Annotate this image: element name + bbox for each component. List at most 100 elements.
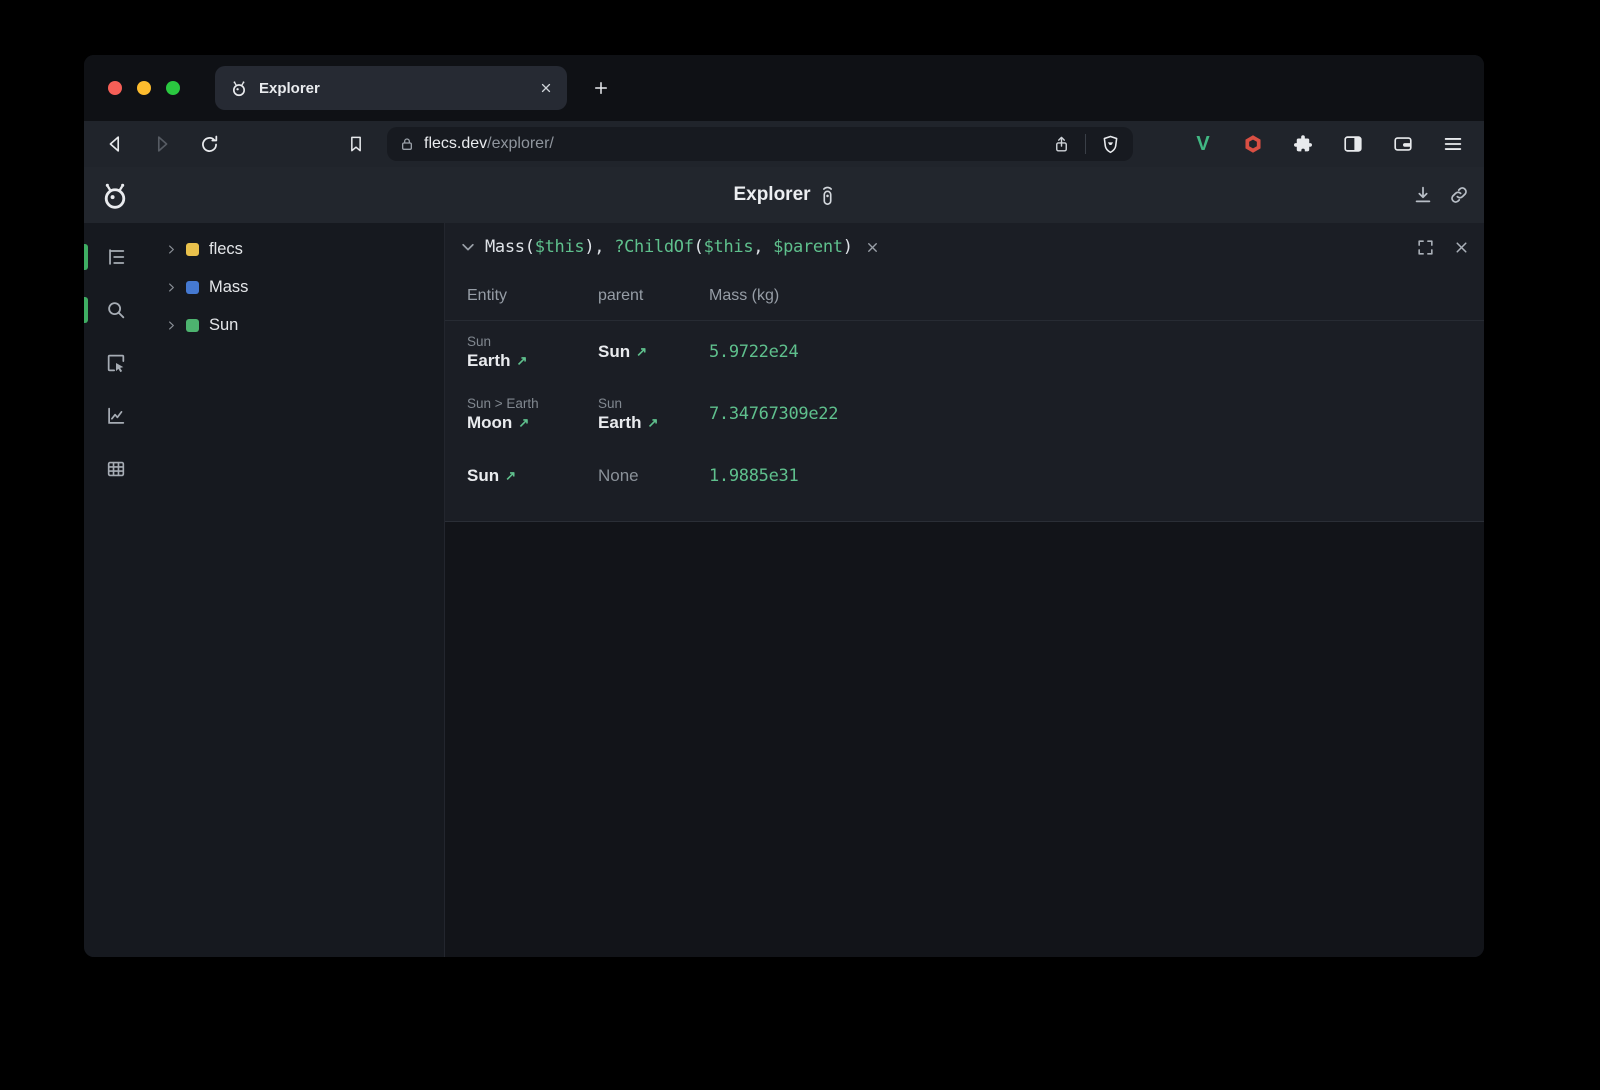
wallet-icon[interactable] xyxy=(1390,131,1416,157)
parent-cell: Sun Earth xyxy=(598,396,709,433)
parent-none: None xyxy=(598,466,639,485)
memory-grid-icon[interactable] xyxy=(96,449,136,489)
flecs-logo-icon xyxy=(98,178,132,212)
goto-arrow-icon[interactable] xyxy=(518,415,529,431)
component-color-swatch xyxy=(186,281,199,294)
active-panel-indicator xyxy=(84,244,88,270)
bookmark-icon[interactable] xyxy=(339,127,373,161)
share-icon[interactable] xyxy=(1052,135,1071,154)
goto-arrow-icon[interactable] xyxy=(516,353,527,369)
entity-path: Sun xyxy=(467,334,598,349)
minimize-window-button[interactable] xyxy=(137,81,151,95)
lock-icon xyxy=(399,136,415,152)
query-expr-term: ?ChildOf xyxy=(614,237,693,257)
tab-close-icon[interactable] xyxy=(539,81,553,95)
brave-shields-icon[interactable] xyxy=(1100,134,1121,155)
column-header-entity: Entity xyxy=(445,287,598,305)
entity-link[interactable]: Earth xyxy=(467,351,598,371)
stats-chart-icon[interactable] xyxy=(96,396,136,436)
close-panel-icon[interactable] xyxy=(1453,239,1470,256)
parent-link[interactable]: Earth xyxy=(598,413,709,433)
back-button[interactable] xyxy=(98,127,132,161)
parent-path: Sun xyxy=(598,396,709,411)
app-body: flecs Mass Sun xyxy=(84,223,1484,957)
inspect-icon[interactable] xyxy=(96,343,136,383)
menu-hamburger-icon[interactable] xyxy=(1440,131,1466,157)
browser-tab-explorer[interactable]: Explorer xyxy=(215,66,567,110)
mass-value: 5.9722e24 xyxy=(709,342,798,362)
parent-cell: Sun xyxy=(598,342,709,362)
chevron-right-icon[interactable] xyxy=(166,282,177,293)
query-expr-part: , xyxy=(753,237,773,257)
app-title-wrap: Explorer xyxy=(84,184,1484,206)
entity-tree-panel: flecs Mass Sun xyxy=(148,223,444,957)
query-expr-part: ), xyxy=(584,237,614,257)
mass-cell: 5.9722e24 xyxy=(709,342,1484,362)
app-header: Explorer xyxy=(84,167,1484,223)
download-icon[interactable] xyxy=(1412,184,1434,206)
column-header-parent: parent xyxy=(598,287,709,305)
goto-arrow-icon[interactable] xyxy=(647,415,658,431)
extensions-puzzle-icon[interactable] xyxy=(1290,131,1316,157)
parent-link[interactable]: Sun xyxy=(598,342,709,362)
reload-button[interactable] xyxy=(192,127,226,161)
query-expr-var: $this xyxy=(704,237,754,257)
chevron-right-icon[interactable] xyxy=(166,244,177,255)
tree-item-flecs[interactable]: flecs xyxy=(148,230,444,268)
fullscreen-icon[interactable] xyxy=(1416,238,1435,257)
module-color-swatch xyxy=(186,243,199,256)
query-expr-part: ( xyxy=(694,237,704,257)
query-header-actions xyxy=(1416,238,1470,257)
icon-rail xyxy=(84,223,148,957)
close-window-button[interactable] xyxy=(108,81,122,95)
query-panel: Mass($this), ?ChildOf($this, $parent) xyxy=(444,223,1484,957)
address-bar[interactable]: flecs.dev /explorer/ xyxy=(387,127,1133,161)
query-expr-var: $parent xyxy=(773,237,843,257)
traffic-lights xyxy=(108,81,180,95)
clear-query-icon[interactable] xyxy=(865,240,880,255)
tree-item-label: Mass xyxy=(209,278,248,297)
browser-window: Explorer flecs.dev /explorer/ xyxy=(84,55,1484,957)
tree-item-label: Sun xyxy=(209,316,238,335)
chevron-right-icon[interactable] xyxy=(166,320,177,331)
chevron-down-icon[interactable] xyxy=(459,238,477,256)
tree-item-label: flecs xyxy=(209,240,243,259)
vue-devtools-icon[interactable]: V xyxy=(1190,131,1216,157)
entity-link[interactable]: Moon xyxy=(467,413,598,433)
new-tab-button[interactable] xyxy=(586,73,616,103)
tree-item-sun[interactable]: Sun xyxy=(148,306,444,344)
remote-connection-icon xyxy=(820,184,835,206)
entity-color-swatch xyxy=(186,319,199,332)
tree-item-mass[interactable]: Mass xyxy=(148,268,444,306)
goto-arrow-icon[interactable] xyxy=(636,344,647,360)
query-expr-part: ) xyxy=(843,237,853,257)
zoom-window-button[interactable] xyxy=(166,81,180,95)
url-domain: flecs.dev xyxy=(424,135,487,153)
query-expr-var: $this xyxy=(535,237,585,257)
url-path: /explorer/ xyxy=(487,135,554,153)
flecs-favicon-icon xyxy=(229,78,249,98)
navigation-bar: flecs.dev /explorer/ V xyxy=(84,121,1484,167)
tree-panel-icon[interactable] xyxy=(96,237,136,277)
page-title: Explorer xyxy=(733,184,810,206)
query-search-icon[interactable] xyxy=(96,290,136,330)
extension-cluster: V xyxy=(1190,131,1470,157)
table-row: Sun > Earth Moon Sun Earth 7.34767309e22 xyxy=(445,383,1484,445)
red-hexagon-extension-icon[interactable] xyxy=(1240,131,1266,157)
entity-link[interactable]: Sun xyxy=(467,466,598,486)
goto-arrow-icon[interactable] xyxy=(505,468,516,484)
entity-cell: Sun xyxy=(445,466,598,486)
query-expr-part: Mass( xyxy=(485,237,535,257)
sidebar-toggle-icon[interactable] xyxy=(1340,131,1366,157)
mass-cell: 1.9885e31 xyxy=(709,466,1484,486)
forward-button[interactable] xyxy=(145,127,179,161)
header-actions xyxy=(1412,184,1470,206)
parent-name: Earth xyxy=(598,413,641,433)
url-separator xyxy=(1085,134,1086,154)
parent-name: Sun xyxy=(598,342,630,362)
query-result-card: Mass($this), ?ChildOf($this, $parent) xyxy=(445,223,1484,522)
link-icon[interactable] xyxy=(1448,184,1470,206)
query-expression[interactable]: Mass($this), ?ChildOf($this, $parent) xyxy=(485,237,853,257)
tab-bar: Explorer xyxy=(84,55,1484,121)
entity-name: Sun xyxy=(467,466,499,486)
